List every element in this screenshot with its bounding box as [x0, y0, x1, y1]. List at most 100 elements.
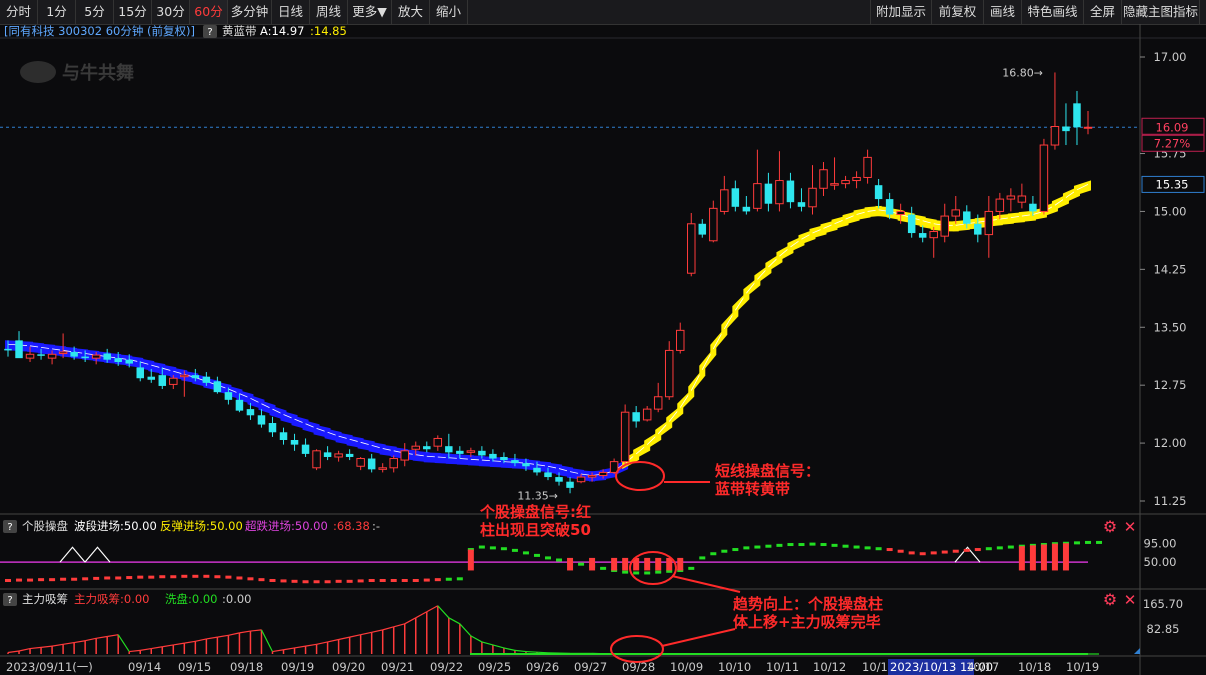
toolbar-item-5[interactable]: 60分 — [190, 0, 228, 24]
sub1-red-bar — [1051, 543, 1058, 571]
sub1-dot — [908, 551, 915, 555]
sub2-envelope — [349, 634, 361, 638]
sub1-dot — [456, 577, 463, 581]
candle-body-down — [489, 453, 497, 459]
toolbar-right-item-5[interactable]: 隐藏主图指标 — [1122, 0, 1200, 24]
sub1-dot — [126, 576, 133, 580]
sub1-dot — [214, 575, 221, 579]
watermark-bull-icon — [20, 61, 56, 83]
toolbar-item-3[interactable]: 15分 — [114, 0, 152, 24]
candle-body-down — [290, 439, 299, 445]
toolbar-item-1[interactable]: 1分 — [38, 0, 76, 24]
sub1-red-bar — [589, 557, 596, 571]
toolbar-item-7[interactable]: 日线 — [272, 0, 310, 24]
sub2-envelope — [338, 636, 350, 641]
price-tick-label: 17.00 — [1154, 50, 1187, 64]
candle-body-down — [555, 477, 563, 482]
sub1-dot — [655, 570, 662, 574]
sub1-dot — [974, 548, 981, 552]
sub1-dot — [236, 576, 243, 580]
candle-body-up — [1039, 144, 1049, 212]
sub2-help-glyph: ? — [7, 595, 12, 606]
sub1-dot — [148, 575, 155, 579]
candle-body-up — [58, 351, 68, 355]
sub1-red-bar — [655, 557, 662, 571]
sub1-dot — [115, 576, 122, 580]
toolbar-item-4[interactable]: 30分 — [152, 0, 190, 24]
toolbar-item-10[interactable]: 放大 — [392, 0, 430, 24]
sub1-dot — [1096, 540, 1103, 544]
sub1-dot — [776, 543, 783, 547]
date-axis-label: 09/21 — [381, 660, 414, 674]
price-tick-label: 13.50 — [1154, 320, 1187, 334]
candle-body-down — [4, 348, 12, 351]
candle-body-up — [775, 180, 784, 205]
sub1-dot — [1085, 540, 1091, 544]
date-axis-label: 2023/09/11(一) — [6, 660, 93, 674]
toolbar-right-item-3[interactable]: 特色画线 — [1022, 0, 1084, 24]
date-axis-label: 09/28 — [622, 660, 655, 674]
sub1-dot — [379, 578, 386, 582]
candle-body-up — [675, 329, 685, 351]
candle-body-up — [720, 189, 729, 212]
toolbar-right-item-0[interactable]: 附加显示 — [870, 0, 932, 24]
sub1-dot — [787, 543, 794, 547]
candle-body-up — [576, 476, 586, 483]
date-axis-label: 09/26 — [526, 660, 559, 674]
sub2-envelope — [415, 611, 428, 619]
signal-circle-sub2 — [610, 635, 664, 663]
toolbar-item-11[interactable]: 缩小 — [430, 0, 468, 24]
sub1-help-glyph: ? — [7, 522, 12, 533]
candle-body-up — [389, 458, 398, 469]
sub1-red-bar — [622, 557, 629, 571]
candle-body-down — [136, 367, 144, 379]
sub1-dot — [280, 579, 287, 583]
sub2-envelope — [29, 646, 42, 650]
sub1-dot — [192, 574, 199, 578]
sub1-label-b: 反弹进场:50.00 — [160, 519, 243, 533]
sub2-envelope — [260, 629, 274, 652]
annotation-short-line1: 短线操盘信号： — [715, 462, 821, 480]
sub1-dot — [622, 570, 629, 574]
sub1-label-a: 波段进场:50.00 — [74, 519, 157, 533]
sub1-dot — [941, 550, 948, 554]
sub2-envelope — [151, 646, 163, 650]
sub1-dot — [247, 577, 254, 581]
toolbar-right-item-2[interactable]: 画线 — [984, 0, 1022, 24]
candle-body-down — [268, 423, 277, 433]
candle-body-down — [257, 415, 266, 425]
candle-body-down — [445, 446, 453, 453]
candle-body-up — [929, 231, 938, 239]
date-axis-label: 10/19 — [1066, 660, 1099, 674]
sub1-dot — [842, 544, 849, 548]
candle-body-down — [125, 359, 133, 364]
annotation-trend-line1: 趋势向上：个股操盘柱 — [733, 595, 884, 613]
sub1-dot — [225, 575, 232, 579]
sub1-settings-icon: ⚙ — [1103, 517, 1117, 536]
period-toolbar: 分时 1分 5分 15分 30分 60分 多分钟 日线 周线 更多▼ 放大 缩小 附加显示 前复权 画线 特色… — [0, 0, 1206, 25]
toolbar-item-0[interactable]: 分时 — [0, 0, 38, 24]
toolbar-item-8[interactable]: 周线 — [310, 0, 348, 24]
sub1-dot — [831, 543, 838, 547]
date-axis-label: 09/22 — [430, 660, 463, 674]
candle-body-down — [367, 458, 376, 470]
toolbar-item-2[interactable]: 5分 — [76, 0, 114, 24]
candle-body-down — [345, 453, 354, 457]
annotation-stock-signal: 个股操盘信号:红 柱出现且突破50 — [480, 503, 591, 539]
candle-body-up — [642, 408, 652, 421]
sub1-label-c: 超跌进场:50.00 — [245, 519, 328, 533]
sub1-dot — [710, 552, 717, 556]
sub1-dot — [159, 575, 166, 579]
toolbar-right-item-4[interactable]: 全屏 — [1084, 0, 1122, 24]
last-price-label: 16.09 — [1156, 120, 1189, 134]
sub1-dot — [313, 580, 320, 584]
sub1-dot — [875, 547, 882, 551]
toolbar-item-9[interactable]: 更多▼ — [348, 0, 392, 24]
toolbar-item-6[interactable]: 多分钟 — [228, 0, 272, 24]
sub1-dot — [809, 542, 816, 546]
candle-body-up — [378, 467, 387, 470]
signal-circle-main — [615, 461, 665, 491]
candle-body-up — [830, 183, 839, 186]
date-axis-label: 09/25 — [478, 660, 511, 674]
toolbar-right-item-1[interactable]: 前复权 — [932, 0, 984, 24]
